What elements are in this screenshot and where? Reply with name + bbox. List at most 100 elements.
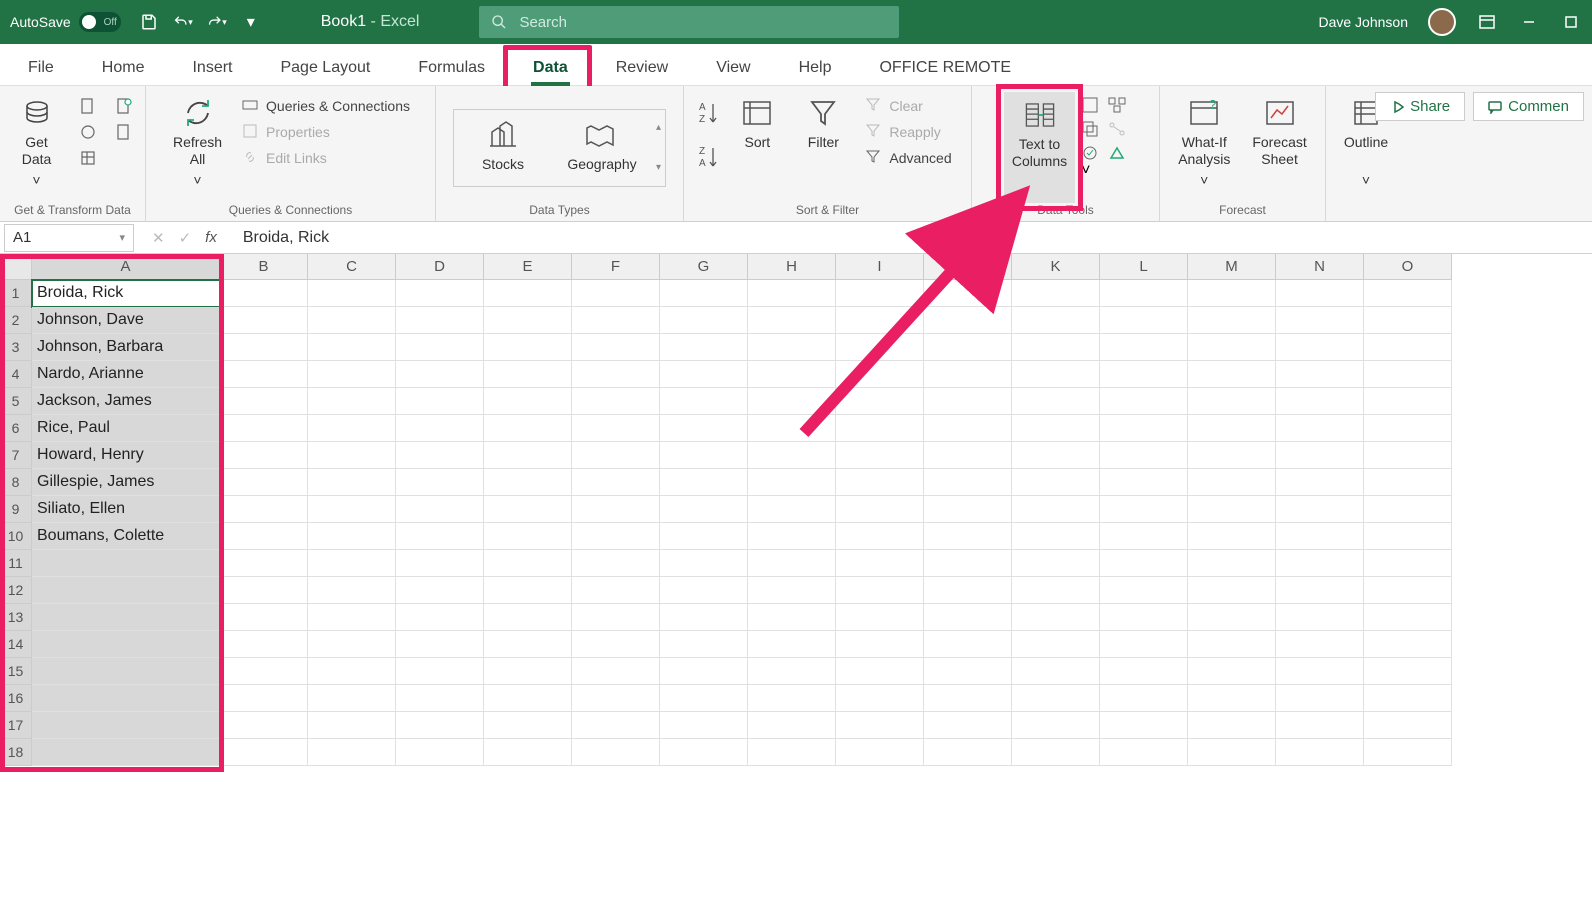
cell[interactable] <box>484 604 572 631</box>
cell[interactable] <box>572 415 660 442</box>
qat-customize-icon[interactable]: ▾ <box>241 12 261 32</box>
spreadsheet-grid[interactable]: ABCDEFGHIJKLMNO 123456789101112131415161… <box>0 254 1592 912</box>
cell[interactable] <box>924 361 1012 388</box>
cell[interactable] <box>1012 496 1100 523</box>
cell[interactable] <box>1100 307 1188 334</box>
cell[interactable] <box>1100 685 1188 712</box>
cell[interactable] <box>1100 712 1188 739</box>
cell[interactable] <box>572 388 660 415</box>
cell[interactable] <box>1100 388 1188 415</box>
cell[interactable] <box>396 307 484 334</box>
cell[interactable] <box>1188 523 1276 550</box>
cell[interactable] <box>1276 388 1364 415</box>
cell[interactable] <box>660 577 748 604</box>
cell[interactable] <box>1100 631 1188 658</box>
cell[interactable] <box>1100 280 1188 307</box>
filter-button[interactable]: Filter <box>793 92 853 203</box>
cell[interactable] <box>484 469 572 496</box>
cell[interactable] <box>660 388 748 415</box>
cell[interactable] <box>1100 334 1188 361</box>
cell[interactable] <box>1276 712 1364 739</box>
cell[interactable] <box>1188 361 1276 388</box>
cell[interactable] <box>1364 415 1452 442</box>
cell[interactable] <box>484 334 572 361</box>
sort-button[interactable]: Sort <box>727 92 787 203</box>
cell[interactable] <box>1364 631 1452 658</box>
cell[interactable] <box>396 415 484 442</box>
cell[interactable] <box>748 388 836 415</box>
cell[interactable] <box>32 631 220 658</box>
column-header[interactable]: B <box>220 254 308 280</box>
cell[interactable] <box>308 604 396 631</box>
cell[interactable] <box>924 658 1012 685</box>
cell[interactable] <box>1276 523 1364 550</box>
cell[interactable] <box>572 361 660 388</box>
cell[interactable] <box>748 415 836 442</box>
cell[interactable] <box>220 685 308 712</box>
cell[interactable] <box>1188 469 1276 496</box>
cell[interactable] <box>836 496 924 523</box>
cell[interactable] <box>660 712 748 739</box>
tab-view[interactable]: View <box>694 51 772 85</box>
cell[interactable] <box>1012 550 1100 577</box>
cell[interactable] <box>396 604 484 631</box>
cell[interactable] <box>1012 361 1100 388</box>
cell[interactable] <box>484 361 572 388</box>
sort-za-icon[interactable]: ZA <box>697 144 721 170</box>
cell[interactable] <box>748 604 836 631</box>
cell[interactable] <box>220 388 308 415</box>
cell[interactable] <box>396 280 484 307</box>
cell[interactable] <box>308 577 396 604</box>
cell[interactable] <box>396 577 484 604</box>
cell[interactable] <box>308 307 396 334</box>
cell[interactable]: Rice, Paul <box>32 415 220 442</box>
cell[interactable]: Jackson, James <box>32 388 220 415</box>
cell[interactable] <box>1364 442 1452 469</box>
row-header[interactable]: 14 <box>0 631 32 658</box>
row-header[interactable]: 7 <box>0 442 32 469</box>
from-text-icon[interactable] <box>73 94 103 118</box>
row-header[interactable]: 1 <box>0 280 32 307</box>
cell[interactable]: Johnson, Barbara <box>32 334 220 361</box>
cell[interactable] <box>1012 631 1100 658</box>
row-header[interactable]: 16 <box>0 685 32 712</box>
cell[interactable] <box>572 604 660 631</box>
cell[interactable] <box>572 496 660 523</box>
cell[interactable] <box>1012 577 1100 604</box>
cell[interactable] <box>220 712 308 739</box>
cell[interactable] <box>308 712 396 739</box>
cell[interactable] <box>220 496 308 523</box>
row-header[interactable]: 12 <box>0 577 32 604</box>
cell[interactable] <box>1276 361 1364 388</box>
cell[interactable] <box>1012 280 1100 307</box>
cell[interactable] <box>1188 334 1276 361</box>
row-header[interactable]: 2 <box>0 307 32 334</box>
cell[interactable]: Gillespie, James <box>32 469 220 496</box>
cell[interactable] <box>32 739 220 766</box>
cell[interactable]: Nardo, Arianne <box>32 361 220 388</box>
cell[interactable] <box>660 496 748 523</box>
cell[interactable] <box>836 604 924 631</box>
comments-button[interactable]: Commen <box>1473 92 1584 121</box>
cell[interactable] <box>748 442 836 469</box>
cell[interactable] <box>220 739 308 766</box>
cell[interactable] <box>660 685 748 712</box>
column-header[interactable]: H <box>748 254 836 280</box>
cell[interactable] <box>32 685 220 712</box>
cell[interactable] <box>1364 361 1452 388</box>
text-to-columns-button[interactable]: Text to Columns <box>1004 92 1075 203</box>
cell[interactable] <box>836 388 924 415</box>
cell[interactable] <box>924 334 1012 361</box>
cell[interactable] <box>572 442 660 469</box>
cell[interactable] <box>1364 712 1452 739</box>
cell[interactable] <box>396 685 484 712</box>
column-header[interactable]: N <box>1276 254 1364 280</box>
cell[interactable] <box>1276 631 1364 658</box>
stocks-button[interactable]: Stocks <box>458 114 548 182</box>
cell[interactable] <box>1100 523 1188 550</box>
get-data-button[interactable]: Get Data ˅ <box>7 92 67 203</box>
cell[interactable] <box>924 469 1012 496</box>
cell[interactable] <box>660 361 748 388</box>
from-table-icon[interactable] <box>73 146 103 170</box>
tab-insert[interactable]: Insert <box>170 51 254 85</box>
